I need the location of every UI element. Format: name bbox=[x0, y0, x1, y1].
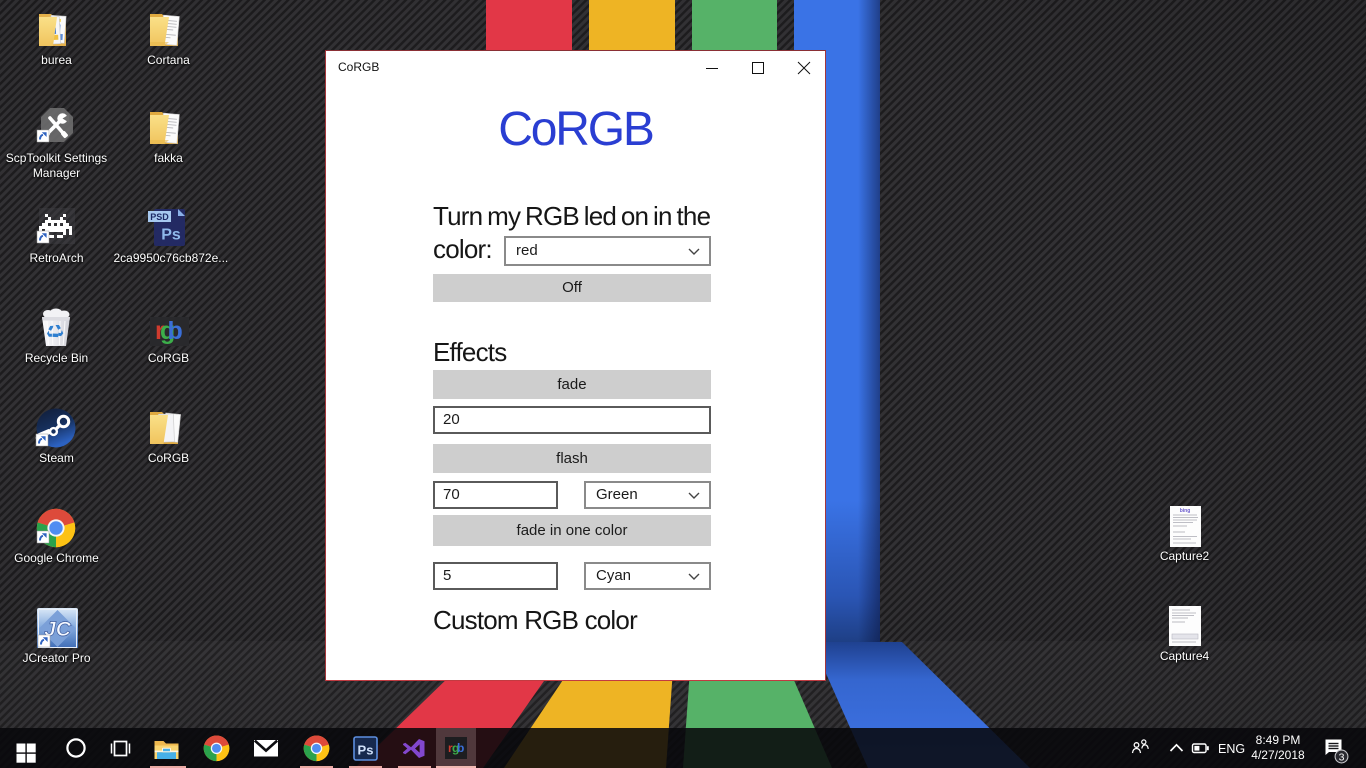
svg-text:Ps: Ps bbox=[358, 743, 374, 758]
svg-text:bing: bing bbox=[1179, 508, 1190, 514]
svg-text:PSD: PSD bbox=[150, 212, 169, 222]
svg-text:3: 3 bbox=[1339, 751, 1345, 763]
svg-text:b: b bbox=[457, 741, 464, 755]
svg-text:b: b bbox=[167, 317, 182, 345]
svg-text:Ps: Ps bbox=[161, 227, 181, 244]
